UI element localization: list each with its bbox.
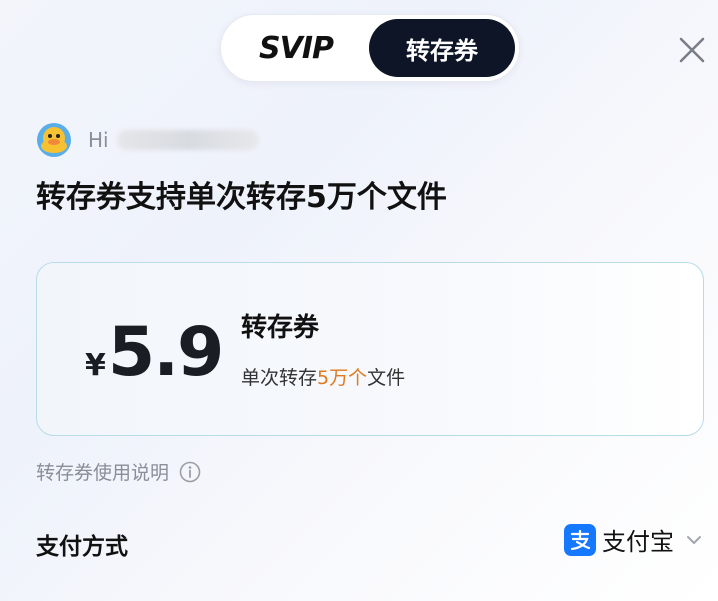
chevron-down-icon[interactable]	[684, 530, 704, 550]
coupon-card[interactable]: ¥ 5.9 转存券 单次转存5万个文件	[36, 262, 704, 436]
plan-tabs: SVIP 转存券	[220, 14, 520, 82]
duck-avatar-icon	[37, 123, 71, 157]
usage-info-link[interactable]: 转存券使用说明	[36, 458, 169, 485]
alipay-icon	[564, 523, 596, 556]
tab-svip[interactable]: SVIP	[221, 15, 371, 81]
price: ¥ 5.9	[85, 313, 224, 392]
currency-symbol: ¥	[85, 348, 106, 383]
coupon-description: 单次转存5万个文件	[241, 363, 405, 390]
desc-highlight: 5万个	[317, 367, 368, 389]
info-circle-icon[interactable]	[179, 461, 201, 483]
user-greeting: Hi	[36, 120, 259, 160]
payment-method-selector[interactable]: 支付宝	[564, 522, 704, 557]
price-amount: 5.9	[107, 313, 224, 392]
desc-suffix: 文件	[367, 367, 406, 389]
payment-method-label: 支付方式	[36, 534, 128, 560]
blurred-username	[116, 130, 259, 150]
greeting-hi: Hi	[88, 128, 109, 152]
payment-method-name: 支付宝	[602, 528, 674, 556]
close-icon[interactable]	[676, 34, 708, 66]
tab-transfer-coupon[interactable]: 转存券	[369, 19, 515, 77]
coupon-title: 转存券	[241, 313, 320, 343]
desc-prefix: 单次转存	[241, 367, 318, 389]
usage-info[interactable]: 转存券使用说明	[36, 458, 201, 485]
page-headline: 转存券支持单次转存5万个文件	[36, 180, 447, 215]
